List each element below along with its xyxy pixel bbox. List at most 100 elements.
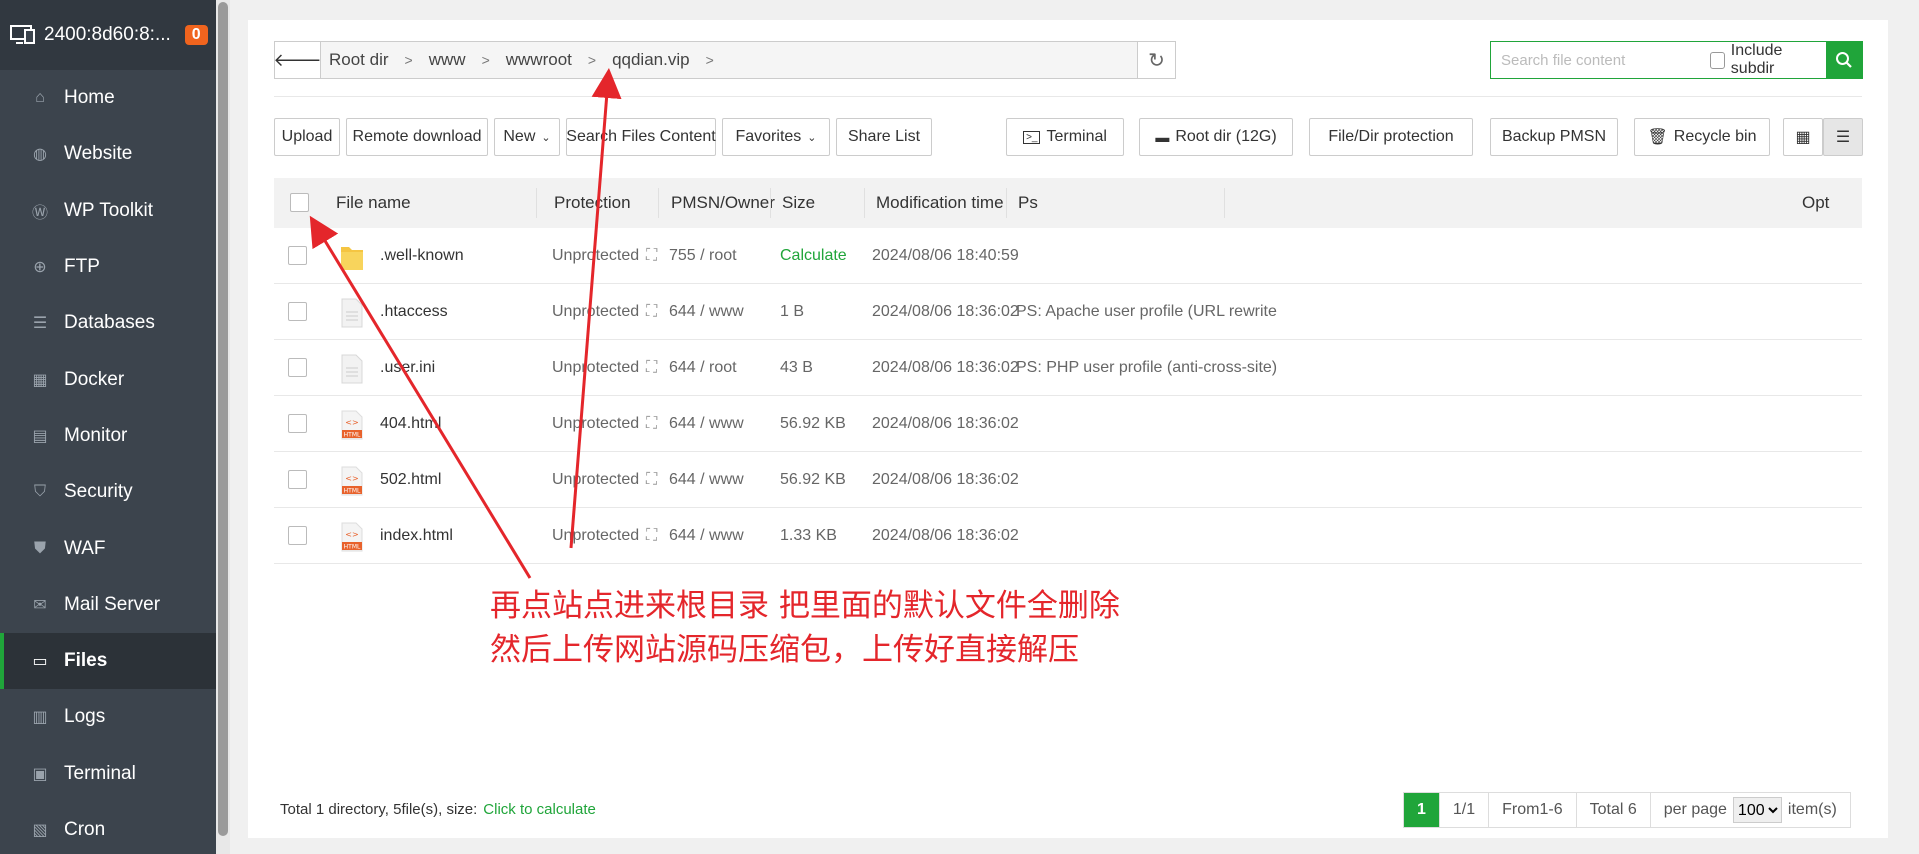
file-name[interactable]: index.html: [380, 527, 453, 545]
page-current[interactable]: 1: [1404, 793, 1440, 827]
back-button[interactable]: 🡐: [273, 42, 322, 78]
table-row[interactable]: <> HTML index.html Unprotected ⛶ 644 / ww…: [274, 508, 1862, 564]
favorites-button[interactable]: Favorites ⌄: [722, 118, 830, 156]
folder-icon: ▭: [32, 653, 48, 671]
svg-text:HTML: HTML: [344, 544, 361, 551]
file-name[interactable]: .htaccess: [380, 303, 448, 321]
header-mtime[interactable]: Modification time: [876, 193, 1004, 213]
calculate-link[interactable]: Calculate: [780, 247, 847, 265]
unlock-icon[interactable]: ⛶: [646, 527, 657, 545]
html-file-icon: <> HTML: [341, 522, 363, 552]
crumb-wwwroot[interactable]: wwwroot: [506, 50, 572, 70]
grid-view-button[interactable]: ▦: [1783, 118, 1823, 156]
sidebar-item-cron[interactable]: ▧ Cron: [0, 802, 216, 854]
backup-pmsn-button[interactable]: Backup PMSN: [1490, 118, 1618, 156]
new-button[interactable]: New ⌄: [494, 118, 560, 156]
annotation-line-1: 再点站点进来根目录 把里面的默认文件全删除: [490, 588, 1120, 624]
header-size[interactable]: Size: [782, 193, 815, 213]
table-row[interactable]: .htaccess Unprotected ⛶ 644 / www 1 B 20…: [274, 284, 1862, 340]
sidebar-item-logs[interactable]: ▥ Logs: [0, 689, 216, 745]
per-page-select[interactable]: 100: [1732, 797, 1782, 823]
globe-icon: ◍: [33, 146, 47, 164]
owner[interactable]: 644 / root: [669, 359, 737, 377]
sidebar-item-docker[interactable]: ▦ Docker: [0, 351, 216, 407]
file-name[interactable]: .well-known: [380, 247, 464, 265]
include-subdir-checkbox[interactable]: [1710, 51, 1725, 69]
table-row[interactable]: <> HTML 502.html Unprotected ⛶ 644 / www …: [274, 452, 1862, 508]
file-name[interactable]: 502.html: [380, 471, 441, 489]
row-checkbox[interactable]: [288, 302, 307, 321]
unlock-icon[interactable]: ⛶: [646, 415, 657, 433]
wordpress-icon: Ⓦ: [31, 204, 48, 222]
home-icon: ⌂: [35, 89, 45, 107]
scrollbar-thumb[interactable]: [218, 2, 228, 836]
sidebar-item-mail-server[interactable]: ✉ Mail Server: [0, 577, 216, 633]
sidebar-item-files[interactable]: ▭ Files: [0, 632, 216, 690]
protection-status: Unprotected: [552, 415, 640, 432]
table-row[interactable]: <> HTML 404.html Unprotected ⛶ 644 / www …: [274, 396, 1862, 452]
chevron-down-icon: ⌄: [807, 131, 817, 144]
terminal-button[interactable]: >_ Terminal: [1006, 118, 1124, 156]
sidebar-item-waf[interactable]: ⛊ WAF: [0, 520, 216, 576]
sidebar-scrollbar[interactable]: [216, 0, 230, 854]
server-host[interactable]: 2400:8d60:8:... 0: [0, 0, 216, 70]
recycle-bin-button[interactable]: 🗑 Recycle bin: [1634, 118, 1770, 156]
annotation-line-2: 然后上传网站源码压缩包，上传好直接解压: [490, 632, 1079, 668]
sidebar-item-terminal[interactable]: ▣ Terminal: [0, 746, 216, 802]
row-checkbox[interactable]: [288, 246, 307, 265]
search-button[interactable]: [1825, 42, 1862, 78]
header-protection[interactable]: Protection: [554, 193, 631, 213]
ps[interactable]: PS: PHP user profile (anti-cross-site): [1016, 359, 1277, 377]
list-view-button[interactable]: ☰: [1823, 118, 1863, 156]
row-checkbox[interactable]: [288, 526, 307, 545]
unlock-icon[interactable]: ⛶: [646, 471, 657, 489]
sidebar-item-website[interactable]: ◍ Website: [0, 126, 216, 182]
header-owner[interactable]: PMSN/Owner: [671, 193, 775, 213]
sidebar-item-security[interactable]: ⛉ Security: [0, 464, 216, 520]
trash-icon: 🗑: [1647, 129, 1668, 146]
crumb-site[interactable]: qqdian.vip: [612, 50, 690, 70]
notification-badge[interactable]: 0: [184, 25, 208, 45]
row-checkbox[interactable]: [288, 414, 307, 433]
include-subdir-toggle[interactable]: Include subdir: [1700, 42, 1826, 78]
sidebar-item-databases[interactable]: ☰ Databases: [0, 295, 216, 351]
sidebar-item-monitor[interactable]: ▤ Monitor: [0, 408, 216, 464]
chevron-right-icon: >: [587, 52, 597, 68]
upload-button[interactable]: Upload: [274, 118, 340, 156]
owner[interactable]: 644 / www: [669, 415, 744, 433]
ps[interactable]: PS: Apache user profile (URL rewrite: [1016, 303, 1277, 321]
search-icon: [1835, 52, 1852, 68]
crumb-root[interactable]: Root dir: [329, 50, 389, 70]
search-input[interactable]: [1491, 42, 1700, 78]
row-checkbox[interactable]: [288, 358, 307, 377]
sidebar-item-home[interactable]: ⌂ Home: [0, 70, 216, 126]
file-dir-protection-button[interactable]: File/Dir protection: [1309, 118, 1473, 156]
docker-icon: ▦: [32, 371, 48, 389]
owner[interactable]: 755 / root: [669, 247, 737, 265]
remote-download-button[interactable]: Remote download: [346, 118, 488, 156]
owner[interactable]: 644 / www: [669, 471, 744, 489]
calculate-size-link[interactable]: Click to calculate: [483, 801, 596, 818]
root-dir-button[interactable]: ▬ Root dir (12G): [1139, 118, 1293, 156]
protection-status: Unprotected: [552, 471, 640, 488]
share-list-button[interactable]: Share List: [836, 118, 932, 156]
table-row[interactable]: .well-known Unprotected ⛶ 755 / root Cal…: [274, 228, 1862, 284]
owner[interactable]: 644 / www: [669, 527, 744, 545]
chevron-right-icon: >: [481, 52, 490, 68]
refresh-button[interactable]: ↻: [1137, 42, 1175, 78]
file-name[interactable]: .user.ini: [380, 359, 435, 377]
unlock-icon[interactable]: ⛶: [646, 247, 657, 265]
owner[interactable]: 644 / www: [669, 303, 744, 321]
select-all-checkbox[interactable]: [290, 193, 309, 212]
terminal-icon: ▣: [32, 765, 48, 783]
sidebar-item-wp-toolkit[interactable]: Ⓦ WP Toolkit: [0, 183, 216, 239]
search-files-content-button[interactable]: Search Files Content: [566, 118, 716, 156]
file-name[interactable]: 404.html: [380, 415, 441, 433]
row-checkbox[interactable]: [288, 470, 307, 489]
unlock-icon[interactable]: ⛶: [646, 303, 657, 321]
table-row[interactable]: .user.ini Unprotected ⛶ 644 / root 43 B …: [274, 340, 1862, 396]
header-file-name[interactable]: File name: [336, 193, 411, 213]
sidebar-item-ftp[interactable]: ⊕ FTP: [0, 239, 216, 295]
unlock-icon[interactable]: ⛶: [646, 359, 657, 377]
crumb-www[interactable]: www: [429, 50, 466, 70]
